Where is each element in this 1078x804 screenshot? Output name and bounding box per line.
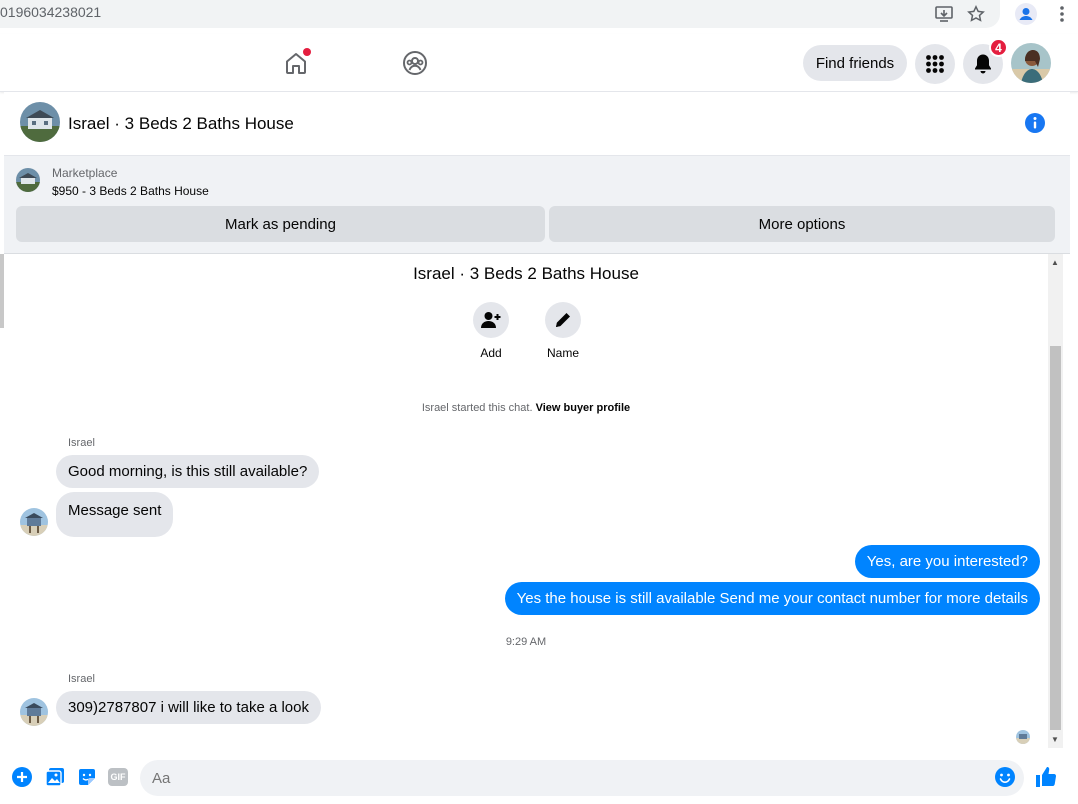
chat-started-text: Israel started this chat. <box>421 402 533 414</box>
message-bubble-outgoing[interactable]: Yes the house is still available Send me… <box>504 582 1040 615</box>
name-chat-action[interactable]: Name <box>533 302 593 360</box>
groups-icon[interactable] <box>398 46 432 80</box>
profile-icon[interactable] <box>1014 2 1038 26</box>
marketplace-thumbnail[interactable] <box>16 168 40 192</box>
home-notification-dot <box>303 48 311 56</box>
kebab-menu-icon[interactable] <box>1050 2 1074 26</box>
chat-started-notice: Israel started this chat. View buyer pro… <box>4 402 1048 414</box>
mark-as-pending-button[interactable]: Mark as pending <box>16 206 545 242</box>
home-icon[interactable] <box>279 46 313 80</box>
address-bar[interactable] <box>0 0 1000 28</box>
emoji-icon[interactable] <box>994 766 1016 788</box>
photo-attach-icon[interactable] <box>44 766 66 788</box>
bell-icon <box>975 54 991 74</box>
message-scrollbar-thumb[interactable] <box>1050 346 1061 730</box>
marketplace-panel: Marketplace $950 - 3 Beds 2 Baths House … <box>4 156 1070 254</box>
seen-by-avatar <box>1016 730 1030 744</box>
account-avatar[interactable] <box>1011 43 1051 83</box>
bookmark-star-icon[interactable] <box>964 2 988 26</box>
message-bubble-incoming[interactable]: 309)2787807 i will like to take a look <box>56 691 321 724</box>
sender-avatar[interactable] <box>20 508 48 536</box>
message-sender: Israel <box>68 673 95 685</box>
message-bubble-outgoing[interactable]: Yes, are you interested? <box>854 545 1040 578</box>
message-timestamp: 9:29 AM <box>505 636 547 648</box>
grid-menu-icon <box>926 55 944 73</box>
pencil-icon <box>556 313 570 327</box>
name-label: Name <box>546 346 579 360</box>
message-bubble-incoming[interactable]: Message sent <box>56 492 174 537</box>
marketplace-label: Marketplace <box>52 166 118 180</box>
sticker-icon[interactable] <box>76 766 98 788</box>
info-icon[interactable] <box>1024 112 1046 134</box>
add-person-icon <box>481 312 501 328</box>
notification-count-badge: 4 <box>989 38 1008 57</box>
message-bubble-incoming[interactable]: Good morning, is this still available? <box>56 455 320 488</box>
message-composer: GIF <box>0 754 1078 804</box>
gif-label: GIF <box>108 768 128 786</box>
view-buyer-profile-link[interactable]: View buyer profile <box>536 402 631 414</box>
conversation-title: Israel · 3 Beds 2 Baths House <box>413 264 639 283</box>
message-sender: Israel <box>68 437 95 449</box>
message-input[interactable] <box>140 760 1024 796</box>
gif-icon[interactable]: GIF <box>107 766 129 788</box>
chat-header: Israel · 3 Beds 2 Baths House <box>4 92 1070 156</box>
more-options-button[interactable]: More options <box>549 206 1055 242</box>
scroll-down-arrow-icon[interactable]: ▼ <box>1051 735 1059 744</box>
chat-title[interactable]: Israel · 3 Beds 2 Baths House <box>68 114 294 134</box>
facebook-top-nav: Find friends 4 <box>0 34 1078 92</box>
scroll-up-arrow-icon[interactable]: ▲ <box>1051 258 1059 267</box>
install-app-icon[interactable] <box>932 2 956 26</box>
browser-toolbar: 0196034238021 <box>0 0 1078 34</box>
add-label: Add <box>480 346 502 360</box>
sender-avatar[interactable] <box>20 698 48 726</box>
listing-thumbnail[interactable] <box>20 102 60 142</box>
find-friends-button[interactable]: Find friends <box>803 45 907 81</box>
listing-price-title[interactable]: $950 - 3 Beds 2 Baths House <box>52 184 209 198</box>
menu-grid-button[interactable] <box>915 44 955 84</box>
address-bar-text[interactable]: 0196034238021 <box>0 4 101 20</box>
plus-actions-icon[interactable] <box>11 766 33 788</box>
thumbs-up-icon[interactable] <box>1033 764 1059 790</box>
message-list: Israel · 3 Beds 2 Baths House Add Name I… <box>4 254 1048 754</box>
add-people-action[interactable]: Add <box>461 302 521 360</box>
